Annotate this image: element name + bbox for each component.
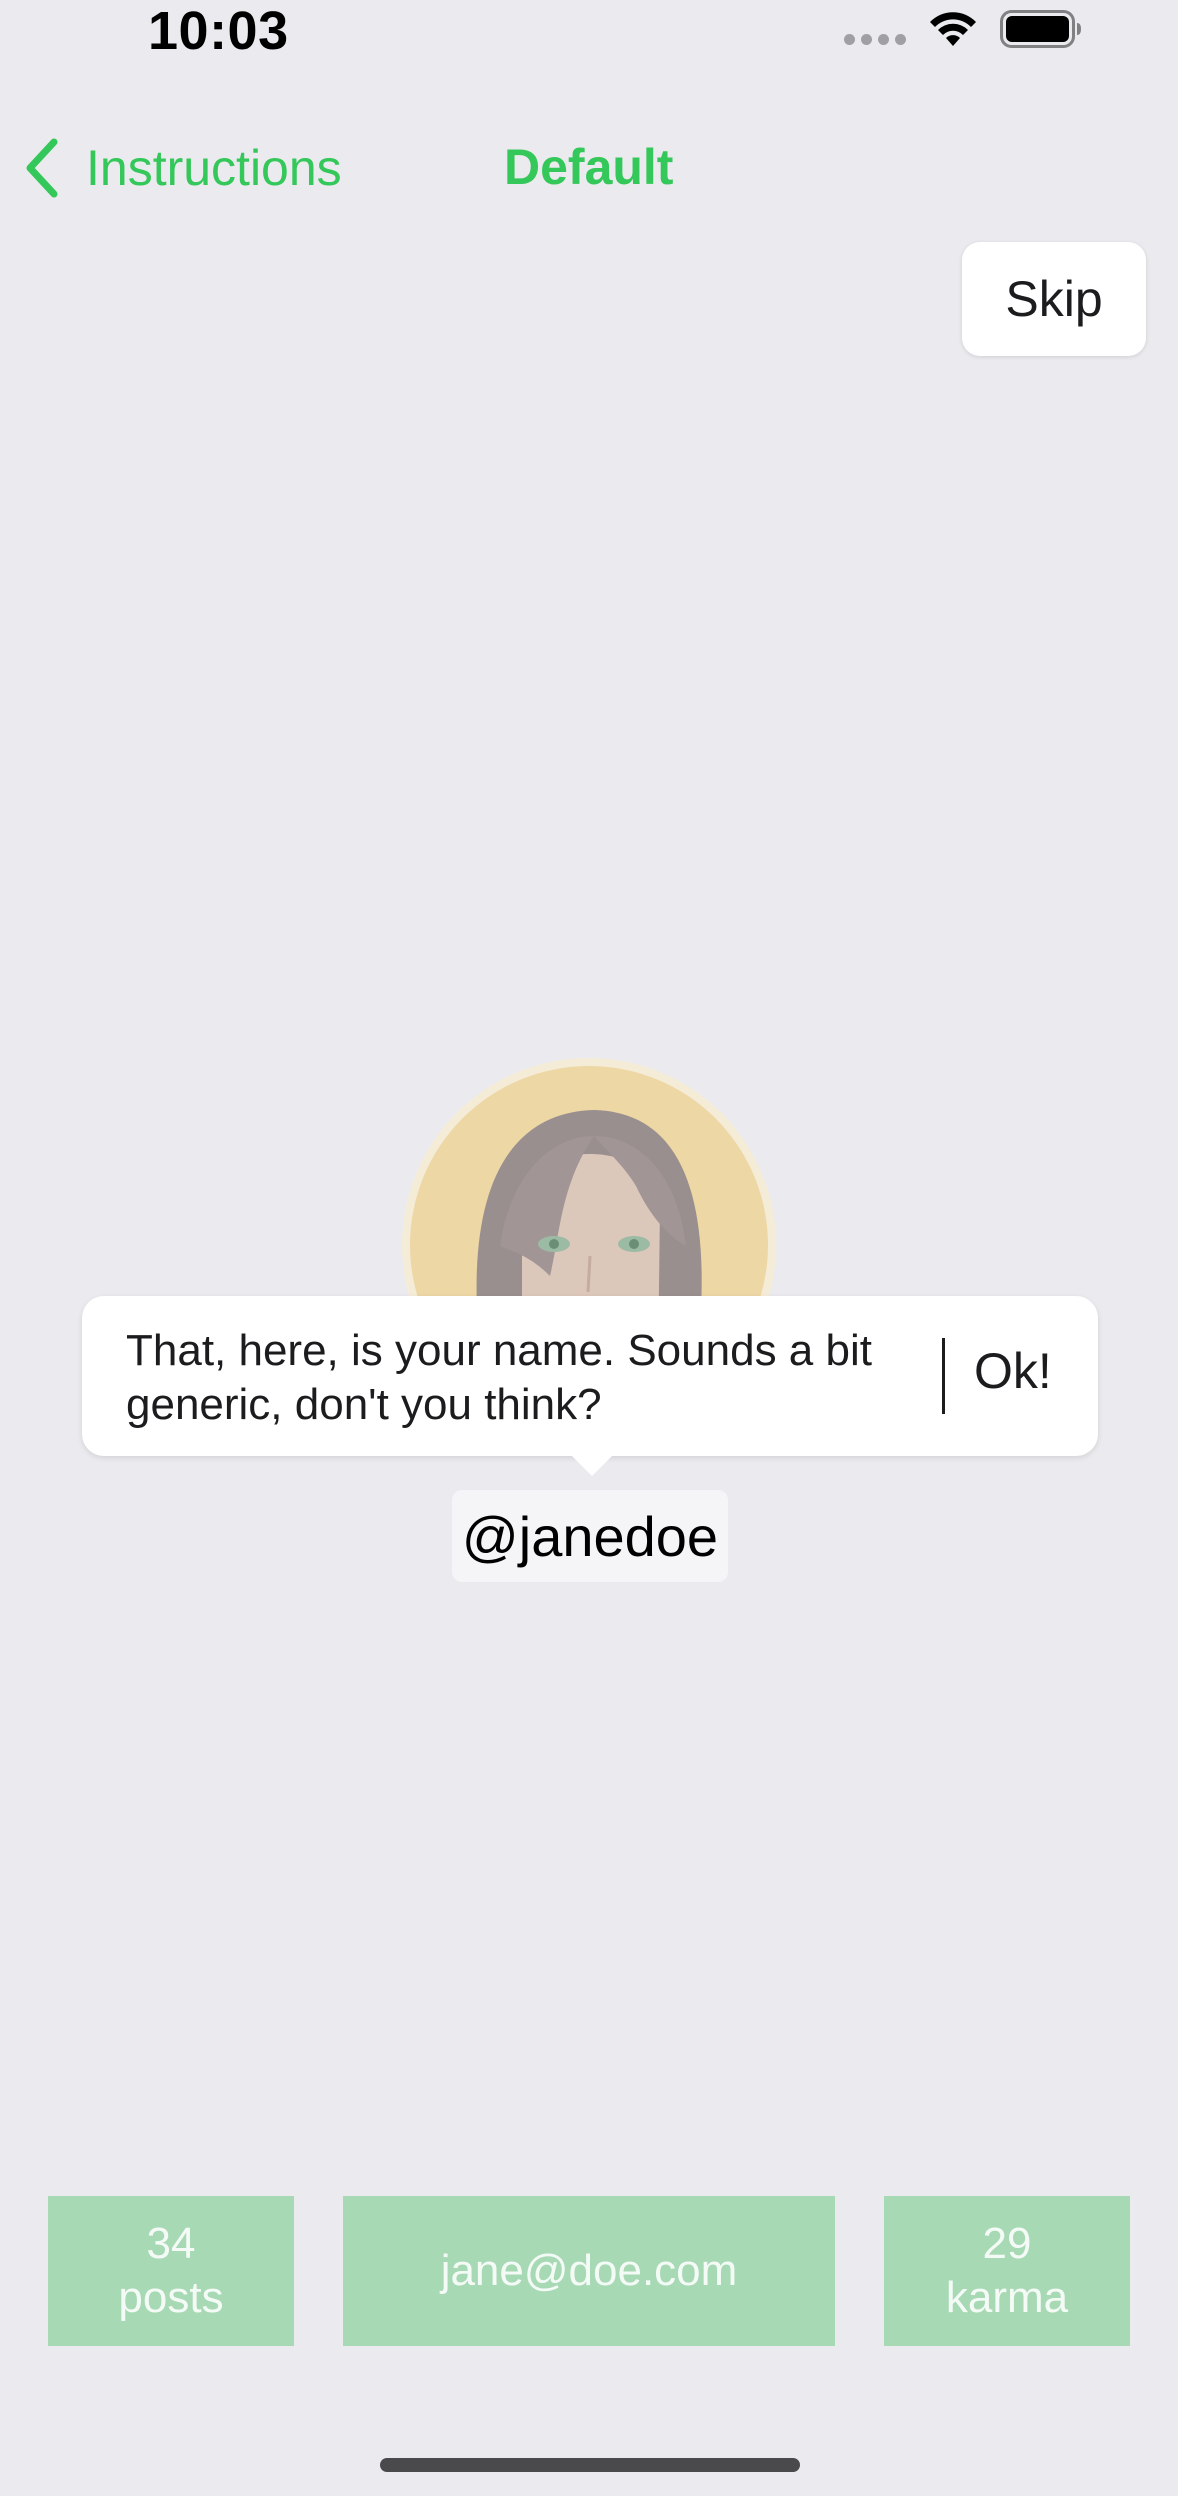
posts-label: posts	[118, 2273, 224, 2322]
stat-karma[interactable]: 29 karma	[884, 2196, 1130, 2346]
tooltip-text: That, here, is your name. Sounds a bit g…	[126, 1326, 872, 1429]
tooltip-divider	[942, 1338, 945, 1414]
battery-icon	[1000, 10, 1081, 48]
cellular-signal-icon	[844, 34, 906, 45]
stat-posts[interactable]: 34 posts	[48, 2196, 294, 2346]
tooltip-arrow	[568, 1452, 616, 1476]
home-indicator[interactable]	[380, 2458, 800, 2472]
chevron-left-icon	[26, 138, 58, 198]
back-button[interactable]: Instructions	[24, 136, 342, 200]
stat-email[interactable]: jane@doe.com	[343, 2196, 835, 2346]
wifi-icon	[930, 12, 976, 46]
skip-button[interactable]: Skip	[962, 242, 1146, 356]
karma-count: 29	[982, 2219, 1032, 2268]
email-text: jane@doe.com	[440, 2246, 738, 2295]
page-title: Default	[504, 139, 674, 195]
karma-label: karma	[945, 2273, 1069, 2322]
tooltip: That, here, is your name. Sounds a bit g…	[82, 1296, 1098, 1456]
status-time: 10:03	[148, 1, 289, 61]
username-label: @janedoe	[452, 1490, 728, 1582]
ok-button[interactable]: Ok!	[974, 1342, 1052, 1400]
screen: 10:03 Instructions Default Skip That, he…	[0, 0, 1178, 2496]
posts-count: 34	[146, 2219, 196, 2268]
back-button-label: Instructions	[86, 140, 342, 196]
